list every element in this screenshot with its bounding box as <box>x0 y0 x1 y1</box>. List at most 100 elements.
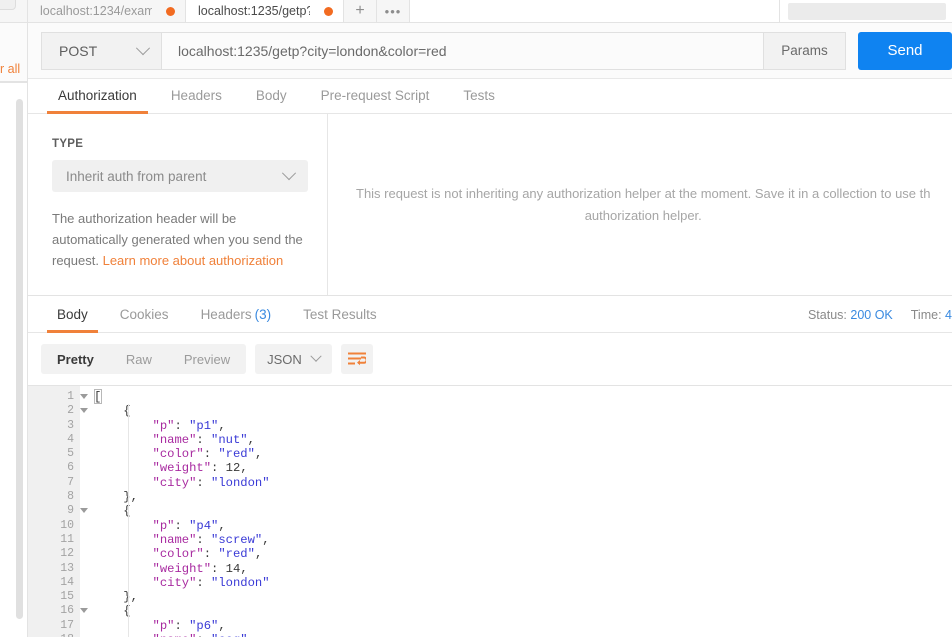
response-language-select[interactable]: JSON <box>255 344 332 374</box>
unsaved-dot-icon <box>166 6 175 16</box>
line-number: 5 <box>67 447 74 461</box>
tab-body[interactable]: Body <box>239 88 304 113</box>
request-sub-tabs: Authorization Headers Body Pre-request S… <box>28 79 952 114</box>
sidebar-rounded-control[interactable] <box>0 0 16 10</box>
auth-help-text: The authorization header will be automat… <box>52 208 304 271</box>
response-tab-body[interactable]: Body <box>41 307 104 333</box>
code-line: "color": "red", <box>94 547 952 561</box>
format-pretty-button[interactable]: Pretty <box>41 344 110 374</box>
code-token: { <box>94 504 131 519</box>
response-tab-test-results[interactable]: Test Results <box>287 307 393 332</box>
learn-more-link[interactable]: Learn more about authorization <box>103 253 284 268</box>
unsaved-dot-icon <box>324 6 333 16</box>
line-number: 13 <box>60 561 74 575</box>
code-line: "city": "london" <box>94 576 952 590</box>
code-line: "color": "red", <box>94 447 952 461</box>
chevron-down-icon <box>281 166 297 181</box>
auth-type-select[interactable]: Inherit auth from parent <box>52 160 308 192</box>
params-button[interactable]: Params <box>764 31 846 70</box>
response-tab-cookies[interactable]: Cookies <box>104 307 185 332</box>
code-token: : <box>196 575 212 590</box>
code-line: "p": "p6", <box>94 619 952 633</box>
line-number: 2 <box>28 404 88 418</box>
tab-tests[interactable]: Tests <box>446 88 512 113</box>
code-token: "weight" <box>152 561 212 576</box>
line-number: 14 <box>60 575 74 589</box>
code-line: [ <box>94 390 952 404</box>
auth-type-label: TYPE <box>52 138 84 150</box>
code-token: , <box>240 561 248 576</box>
code-token: "p" <box>152 418 175 433</box>
editor-code-area[interactable]: [ { "p": "p1", "name": "nut", "color": "… <box>80 386 952 637</box>
code-token: : <box>174 518 190 533</box>
send-button[interactable]: Send <box>858 31 952 70</box>
authorization-left-column: TYPE Inherit auth from parent The author… <box>28 114 328 295</box>
clear-all-link[interactable]: r all <box>0 61 27 77</box>
code-token: "nut" <box>211 432 248 447</box>
code-token: "cog" <box>211 633 248 637</box>
tab-authorization[interactable]: Authorization <box>41 88 154 114</box>
line-number: 10 <box>60 518 74 532</box>
sidebar-scrollbar[interactable] <box>16 99 23 619</box>
tab-pre-request-script[interactable]: Pre-request Script <box>304 88 447 113</box>
tab-options-button[interactable]: ••• <box>377 0 410 22</box>
http-method-select[interactable]: POST <box>41 31 161 70</box>
code-token: "p6" <box>189 618 219 633</box>
url-input[interactable]: localhost:1235/getp?city=london&color=re… <box>161 31 764 70</box>
code-token: , <box>218 418 226 433</box>
code-line: { <box>94 404 952 418</box>
word-wrap-button[interactable] <box>340 344 373 374</box>
tab-headers[interactable]: Headers <box>154 88 239 113</box>
main-left-border <box>27 0 28 637</box>
code-token: "city" <box>152 575 197 590</box>
code-line: "name": "screw", <box>94 533 952 547</box>
code-token: }, <box>94 590 138 605</box>
code-line: "city": "london" <box>94 476 952 490</box>
code-line: "weight": 14, <box>94 562 952 576</box>
code-line: "p": "p4", <box>94 519 952 533</box>
word-wrap-icon <box>347 352 366 366</box>
line-number: 7 <box>67 475 74 489</box>
auth-inherit-notice: This request is not inheriting any autho… <box>356 183 931 227</box>
auth-type-value: Inherit auth from parent <box>66 168 207 184</box>
environment-selector[interactable] <box>788 3 946 20</box>
code-line: { <box>94 504 952 518</box>
request-url-row: POST localhost:1235/getp?city=london&col… <box>28 23 952 79</box>
request-tab-2[interactable]: localhost:1235/getp?c <box>186 0 344 22</box>
line-number: 17 <box>60 618 74 632</box>
code-token: "color" <box>152 447 204 462</box>
code-token: "name" <box>152 432 197 447</box>
format-raw-button[interactable]: Raw <box>110 344 168 374</box>
line-number: 18 <box>28 633 80 637</box>
auth-notice-line-2: authorization helper. <box>584 207 702 223</box>
code-token: , <box>262 532 270 547</box>
request-tab-1[interactable]: localhost:1234/examp <box>28 0 186 22</box>
code-token: "screw" <box>211 532 263 547</box>
code-line: }, <box>94 590 952 604</box>
format-preview-button[interactable]: Preview <box>168 344 246 374</box>
response-body-editor[interactable]: 123456789101112131415161718 [ { "p": "p1… <box>28 385 952 637</box>
code-token: }, <box>94 490 138 505</box>
code-token: "weight" <box>152 461 212 476</box>
response-meta: Status: 200 OK Time: 4 <box>808 308 952 322</box>
new-tab-button[interactable]: + <box>344 0 377 22</box>
code-token: 12 <box>225 461 241 476</box>
line-number: 4 <box>67 432 74 446</box>
editor-gutter: 123456789101112131415161718 <box>28 386 88 637</box>
response-tab-headers[interactable]: Headers (3) <box>185 307 288 332</box>
code-token: { <box>94 604 131 619</box>
code-token: : <box>174 618 190 633</box>
code-token: , <box>248 633 255 637</box>
code-token: , <box>254 447 263 462</box>
status-label: Status: <box>807 308 847 322</box>
code-token: "p" <box>152 618 175 633</box>
code-token: { <box>94 404 131 419</box>
status-group: Status: 200 OK <box>808 308 893 322</box>
code-token: : <box>196 432 212 447</box>
